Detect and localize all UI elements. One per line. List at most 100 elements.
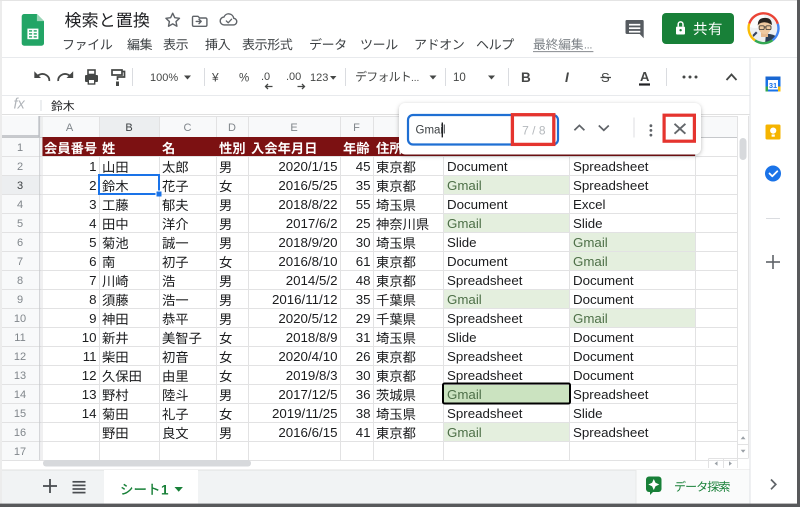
svg-text:14: 14 <box>82 406 97 421</box>
svg-text:13: 13 <box>14 370 26 382</box>
svg-text:2018/8/9: 2018/8/9 <box>286 330 338 345</box>
svg-text:Document: Document <box>447 197 508 212</box>
svg-text:55: 55 <box>356 197 371 212</box>
svg-text:2: 2 <box>17 161 23 173</box>
svg-text:7: 7 <box>17 256 23 268</box>
svg-text:15: 15 <box>14 408 26 420</box>
svg-text:35: 35 <box>356 178 371 193</box>
svg-text:...: ... <box>584 40 593 52</box>
svg-text:5: 5 <box>17 218 23 230</box>
svg-text:2016/8/10: 2016/8/10 <box>278 254 337 269</box>
svg-text:1: 1 <box>161 482 169 497</box>
svg-text:Spreadsheet: Spreadsheet <box>447 273 523 288</box>
svg-text:B: B <box>125 122 132 134</box>
svg-text:E: E <box>290 122 297 134</box>
svg-text:2017/6/2: 2017/6/2 <box>286 216 338 231</box>
svg-text:Document: Document <box>573 368 634 383</box>
svg-text:41: 41 <box>356 425 371 440</box>
svg-text:A: A <box>640 69 650 84</box>
svg-text:8: 8 <box>17 275 23 287</box>
svg-text:Slide: Slide <box>447 330 477 345</box>
svg-text:2: 2 <box>89 178 96 193</box>
svg-text:2020/5/12: 2020/5/12 <box>278 311 337 326</box>
svg-text:2020/4/10: 2020/4/10 <box>278 349 337 364</box>
svg-text:25: 25 <box>356 216 371 231</box>
svg-text:D: D <box>228 122 236 134</box>
svg-text:Gmail: Gmail <box>447 216 482 231</box>
svg-text:2018/9/20: 2018/9/20 <box>278 235 337 250</box>
svg-text:.00: .00 <box>286 71 301 83</box>
svg-text:Gmail: Gmail <box>573 254 608 269</box>
svg-text:Document: Document <box>573 349 634 364</box>
svg-text:2019/8/3: 2019/8/3 <box>286 368 338 383</box>
svg-text:36: 36 <box>356 387 371 402</box>
svg-text:10: 10 <box>453 72 466 84</box>
svg-text:3: 3 <box>89 197 96 212</box>
svg-text:31: 31 <box>356 330 371 345</box>
svg-text:B: B <box>521 70 531 85</box>
svg-text:Gmail: Gmail <box>573 235 608 250</box>
svg-text:1: 1 <box>17 142 23 154</box>
svg-text:17: 17 <box>14 446 26 458</box>
svg-text:31: 31 <box>769 81 777 90</box>
svg-text:Slide: Slide <box>573 406 603 421</box>
svg-text:Document: Document <box>447 159 508 174</box>
svg-text:Slide: Slide <box>447 235 477 250</box>
svg-text:Excel: Excel <box>573 197 606 212</box>
svg-text:Document: Document <box>447 254 508 269</box>
svg-text:4: 4 <box>89 216 96 231</box>
svg-text:fx: fx <box>14 97 26 113</box>
svg-text:2018/8/22: 2018/8/22 <box>278 197 337 212</box>
svg-text:10: 10 <box>14 313 26 325</box>
svg-text:Spreadsheet: Spreadsheet <box>573 425 649 440</box>
svg-text:Spreadsheet: Spreadsheet <box>573 159 649 174</box>
svg-text:¥: ¥ <box>211 71 219 85</box>
svg-text:Spreadsheet: Spreadsheet <box>447 368 523 383</box>
svg-text:11: 11 <box>83 349 97 364</box>
svg-text:2019/11/25: 2019/11/25 <box>272 406 338 421</box>
svg-text:2016/5/25: 2016/5/25 <box>278 178 337 193</box>
svg-text:11: 11 <box>14 332 25 344</box>
svg-text:Gmail: Gmail <box>447 292 482 307</box>
svg-text:Spreadsheet: Spreadsheet <box>447 311 523 326</box>
svg-text:48: 48 <box>356 273 371 288</box>
svg-text:4: 4 <box>17 199 23 211</box>
svg-text:Document: Document <box>573 330 634 345</box>
svg-text:61: 61 <box>356 254 371 269</box>
svg-text:26: 26 <box>356 349 371 364</box>
svg-text:13: 13 <box>82 387 97 402</box>
svg-text:.0: .0 <box>261 71 270 83</box>
svg-text:I: I <box>565 70 569 85</box>
svg-text:16: 16 <box>14 427 26 439</box>
svg-text:Gmail: Gmail <box>573 311 608 326</box>
svg-text:100%: 100% <box>150 72 178 84</box>
svg-text:3: 3 <box>17 180 23 192</box>
svg-text:7 / 8: 7 / 8 <box>522 123 546 137</box>
svg-text:14: 14 <box>14 389 26 401</box>
svg-text:35: 35 <box>356 292 371 307</box>
svg-text:C: C <box>184 122 192 134</box>
svg-text:12: 12 <box>82 368 97 383</box>
svg-text:2016/11/12: 2016/11/12 <box>272 292 338 307</box>
svg-text:Spreadsheet: Spreadsheet <box>447 349 523 364</box>
svg-text:1: 1 <box>89 159 96 174</box>
svg-text:2014/5/2: 2014/5/2 <box>286 273 338 288</box>
svg-text:123: 123 <box>310 72 328 84</box>
svg-text:Gmail: Gmail <box>447 178 482 193</box>
svg-text:Document: Document <box>573 292 634 307</box>
svg-text:Gmail: Gmail <box>447 387 482 402</box>
svg-text:9: 9 <box>89 311 96 326</box>
svg-text:6: 6 <box>89 254 96 269</box>
svg-text:Gmail: Gmail <box>416 124 446 136</box>
svg-text:2017/12/5: 2017/12/5 <box>278 387 337 402</box>
svg-text:6: 6 <box>17 237 23 249</box>
svg-text:F: F <box>353 122 360 134</box>
svg-text:...: ... <box>411 73 419 84</box>
svg-text:30: 30 <box>356 235 371 250</box>
svg-text:Slide: Slide <box>573 216 603 231</box>
svg-text:A: A <box>66 122 74 134</box>
svg-text:Spreadsheet: Spreadsheet <box>573 178 649 193</box>
svg-text:10: 10 <box>82 330 97 345</box>
svg-text:12: 12 <box>14 351 26 363</box>
svg-text:Document: Document <box>573 273 634 288</box>
